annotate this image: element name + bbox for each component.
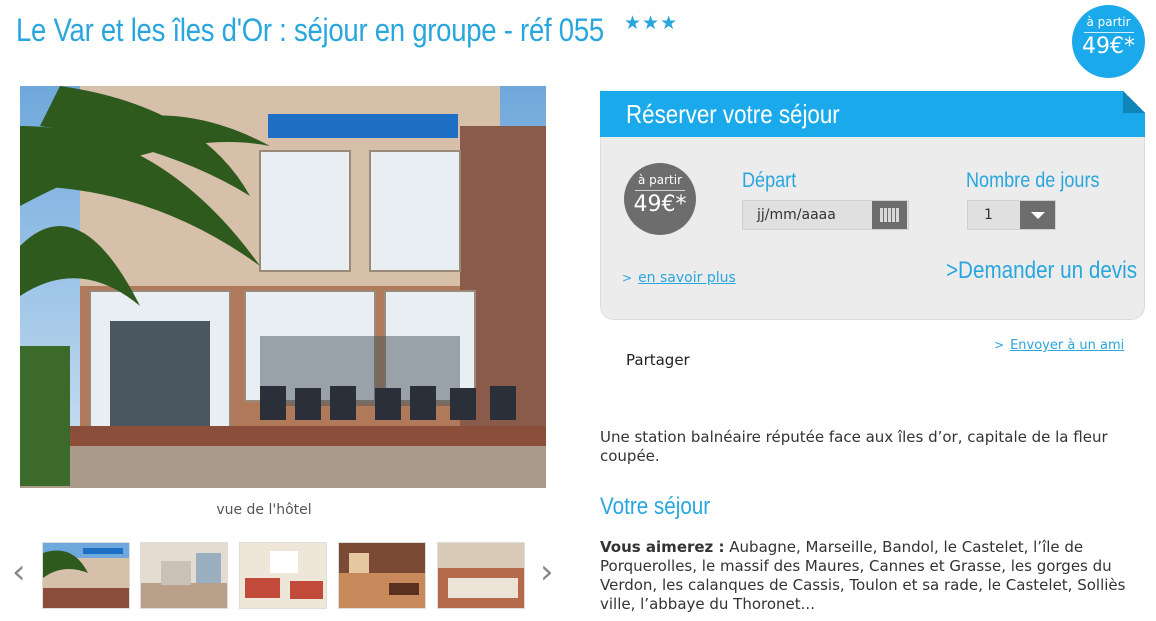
thumbnail-image <box>43 543 129 608</box>
stay-section-title: Votre séjour <box>600 493 711 520</box>
chevron-down-icon[interactable] <box>1020 201 1055 229</box>
highlights-paragraph: Vous aimerez : Aubagne, Marseille, Bando… <box>600 538 1130 614</box>
send-to-friend-label: Envoyer à un ami <box>1010 338 1125 353</box>
corner-fold <box>1123 91 1145 113</box>
more-info-label: en savoir plus <box>638 270 736 286</box>
calendar-grid-icon <box>880 208 899 222</box>
booking-title: Réserver votre séjour <box>626 99 840 129</box>
gallery-next-button[interactable]: › <box>540 555 554 589</box>
booking-price-badge: à partir 49€* <box>624 163 696 235</box>
share-label[interactable]: Partager <box>626 351 690 369</box>
hotel-photo-illustration <box>20 86 546 488</box>
request-quote-label: Demander un devis <box>958 257 1138 284</box>
price-amount: 49€* <box>1082 34 1135 59</box>
gallery-thumbnail[interactable] <box>338 542 426 609</box>
depart-label: Départ <box>742 169 797 192</box>
rating-stars: ★★★ <box>624 12 679 34</box>
price-amount: 49€* <box>633 192 687 217</box>
thumbnail-image <box>438 543 524 608</box>
chevron-right-icon: > <box>622 271 633 285</box>
thumbnail-image <box>339 543 425 608</box>
request-quote-link[interactable]: >Demander un devis <box>946 257 1137 285</box>
gallery-thumbnail[interactable] <box>42 542 130 609</box>
destination-description: Une station balnéaire réputée face aux î… <box>600 428 1108 465</box>
calendar-icon[interactable] <box>872 201 907 229</box>
gallery-thumbnail[interactable] <box>437 542 525 609</box>
thumbnail-image <box>141 543 227 608</box>
badge-divider <box>635 190 685 191</box>
gallery-prev-button[interactable]: ‹ <box>12 555 26 589</box>
price-from-label: à partir <box>637 173 683 187</box>
photo-caption: vue de l'hôtel <box>216 502 312 518</box>
more-info-link[interactable]: > en savoir plus <box>622 270 736 286</box>
price-from-label: à partir <box>1086 15 1131 29</box>
highlights-label: Vous aimerez : <box>600 538 725 556</box>
gallery-thumbnail[interactable] <box>239 542 327 609</box>
chevron-right-icon: > <box>994 338 1005 352</box>
days-label: Nombre de jours <box>966 169 1100 192</box>
badge-divider <box>1083 32 1134 33</box>
page-title: Le Var et les îles d'Or : séjour en grou… <box>16 12 604 48</box>
gallery-thumbnail[interactable] <box>140 542 228 609</box>
price-badge: à partir 49€* <box>1072 5 1145 78</box>
thumbnail-image <box>240 543 326 608</box>
hotel-main-photo[interactable] <box>20 86 546 488</box>
chevron-right-icon: > <box>946 257 959 284</box>
send-to-friend-link[interactable]: > Envoyer à un ami <box>994 338 1124 353</box>
